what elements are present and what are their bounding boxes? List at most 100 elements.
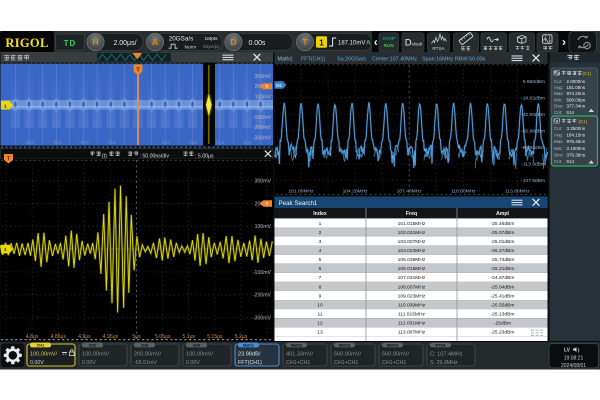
svg-text:100.00mV/: 100.00mV/ [30, 351, 57, 357]
svg-text:100.00mV/: 100.00mV/ [82, 351, 109, 357]
svg-text:5.05μs: 5.05μs [155, 334, 171, 340]
svg-text:4: 4 [319, 248, 322, 254]
svg-text:5μs: 5μs [132, 334, 141, 340]
svg-text:Dev:: Dev: [554, 153, 563, 158]
svg-text:9: 9 [319, 293, 322, 299]
svg-text:-25.55dBm: -25.55dBm [491, 302, 515, 308]
svg-text:974.25ns: 974.25ns [567, 91, 586, 96]
svg-text:500.00mV/: 500.00mV/ [334, 351, 361, 357]
svg-text:1: 1 [4, 247, 7, 253]
svg-text:8μs: 8μs [243, 140, 252, 146]
svg-text:113.007MHz: 113.007MHz [398, 330, 426, 336]
svg-text:-42.00dBm: -42.00dBm [521, 112, 545, 118]
svg-text:-25.46dBm: -25.46dBm [491, 221, 515, 227]
svg-text:109.023MHz: 109.023MHz [398, 293, 426, 299]
svg-text:Cnt:: Cnt: [554, 159, 562, 164]
svg-text:113.80MHz: 113.80MHz [505, 188, 530, 194]
svg-text:-200mV: -200mV [253, 125, 272, 131]
svg-text:200.00mV/: 200.00mV/ [134, 351, 161, 357]
svg-text:23.98dB/: 23.98dB/ [238, 351, 261, 357]
svg-text:2.00μs/: 2.00μs/ [113, 40, 136, 47]
svg-text:-25.04dBm: -25.04dBm [491, 284, 515, 290]
svg-text:7: 7 [319, 275, 322, 281]
svg-text:110.039MHz: 110.039MHz [398, 302, 426, 308]
svg-text:Math2: Math2 [291, 344, 302, 348]
svg-text:CH1+CH1: CH1+CH1 [286, 360, 310, 366]
svg-text:1: 1 [319, 221, 322, 227]
svg-text:975.45ns: 975.45ns [567, 139, 586, 144]
svg-text:-100mV: -100mV [253, 270, 272, 276]
svg-text:-6μs: -6μs [52, 140, 62, 146]
svg-text:-25.01dBm: -25.01dBm [491, 239, 515, 245]
svg-text:376.38ns: 376.38ns [567, 153, 586, 158]
svg-text:CH4: CH4 [193, 344, 201, 348]
svg-text:Freq: Freq [406, 211, 417, 217]
svg-text:-25.41dBm: -25.41dBm [491, 293, 515, 299]
svg-text:-300mV: -300mV [253, 315, 272, 321]
svg-text:T: T [7, 156, 10, 162]
svg-text:111.015MHz: 111.015MHz [398, 312, 426, 318]
svg-text:50ps/pt: 50ps/pt [203, 44, 219, 50]
svg-text:Math4: Math4 [387, 344, 399, 348]
svg-text:: 50.00ns/div: : 50.00ns/div [140, 153, 170, 159]
svg-text:Math1: Math1 [243, 344, 254, 348]
svg-text:-65.96dBm: -65.96dBm [521, 129, 545, 135]
svg-text:5.15μs: 5.15μs [207, 334, 223, 340]
svg-text:T: T [302, 37, 308, 47]
svg-text:: 5.00μs: : 5.00μs [195, 153, 214, 159]
svg-text:STOP: STOP [382, 36, 395, 41]
svg-text:(C1): (C1) [579, 119, 588, 124]
svg-text:Span:16MHz: Span:16MHz [422, 57, 453, 63]
svg-text:104.20MHz: 104.20MHz [343, 188, 369, 194]
svg-text:-25dBm: -25dBm [494, 321, 511, 327]
svg-text:Math1: Math1 [278, 57, 293, 63]
svg-text:5.2μs: 5.2μs [235, 334, 248, 340]
svg-text:12: 12 [317, 321, 323, 327]
svg-text:A: A [366, 40, 371, 47]
svg-text:Min:: Min: [554, 97, 563, 102]
svg-text:Cur:: Cur: [554, 79, 563, 84]
svg-text:(C1): (C1) [583, 71, 592, 76]
svg-text:RIGOL: RIGOL [5, 36, 48, 50]
svg-text:Norm: Norm [185, 45, 197, 51]
svg-text:-113.9dBm: -113.9dBm [521, 162, 545, 168]
svg-text:C: 107.4MHz: C: 107.4MHz [430, 351, 463, 357]
svg-text:-4μs: -4μs [79, 140, 89, 146]
svg-text:4.9μs: 4.9μs [78, 334, 91, 340]
svg-text:0.00V: 0.00V [30, 360, 44, 366]
svg-text:RBW:50.00k: RBW:50.00k [455, 57, 485, 63]
svg-text:-25.74dBm: -25.74dBm [491, 257, 515, 263]
svg-text:M1: M1 [276, 83, 283, 88]
svg-text:CH1+CH1: CH1+CH1 [382, 360, 406, 366]
svg-text:T: T [136, 67, 140, 73]
svg-text:2: 2 [319, 230, 322, 236]
svg-text:5.960dBm: 5.960dBm [523, 79, 545, 85]
svg-text:D: D [405, 38, 412, 49]
svg-text:102.031MHz: 102.031MHz [398, 230, 426, 236]
svg-text:10: 10 [317, 302, 323, 308]
svg-text:Index: Index [313, 211, 327, 217]
svg-text:-25.23dBm: -25.23dBm [491, 330, 515, 336]
svg-text:›: › [562, 35, 566, 49]
svg-text:105.039MHz: 105.039MHz [398, 257, 426, 263]
svg-text:5: 5 [319, 257, 322, 263]
svg-text:-137.9dBm: -137.9dBm [521, 178, 545, 184]
svg-text:-65.51mV: -65.51mV [134, 360, 157, 366]
svg-text:RTSA: RTSA [435, 344, 446, 348]
svg-text:107.40MHz: 107.40MHz [397, 188, 423, 194]
svg-text:efault: efault [412, 42, 423, 47]
svg-text:CH2: CH2 [89, 344, 97, 348]
svg-text:FFT(CH1): FFT(CH1) [238, 360, 262, 366]
svg-text:-25.21dBm: -25.21dBm [491, 266, 515, 272]
svg-text:4.85μs: 4.85μs [51, 334, 67, 340]
svg-text:Max:: Max: [554, 91, 564, 96]
svg-text:6μs: 6μs [216, 140, 225, 146]
svg-text:2μs: 2μs [162, 140, 171, 146]
svg-text:112.031MHz: 112.031MHz [398, 321, 426, 327]
svg-text:300mV: 300mV [255, 179, 272, 185]
svg-text:Avg:: Avg: [554, 85, 563, 90]
svg-text:Min:: Min: [554, 146, 563, 151]
svg-text:T: T [266, 84, 269, 89]
svg-text:1: 1 [319, 38, 324, 47]
svg-text:RUN: RUN [384, 43, 395, 48]
